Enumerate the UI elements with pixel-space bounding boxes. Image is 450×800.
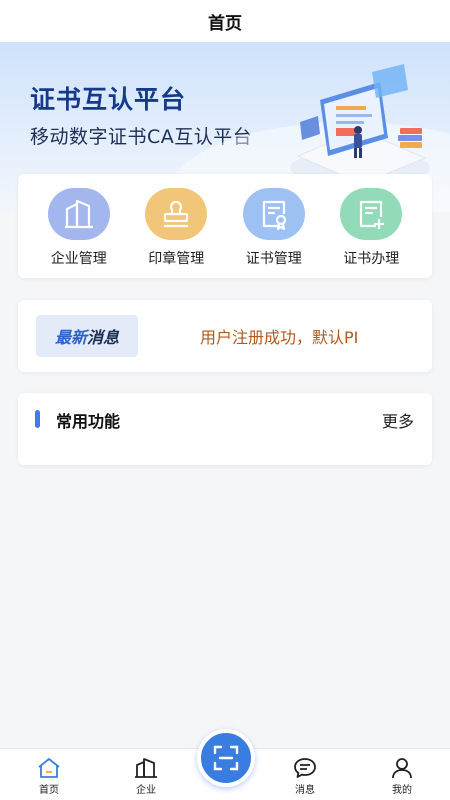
building-icon <box>47 188 110 240</box>
more-link[interactable]: 更多 <box>382 408 414 432</box>
platform-illustration <box>290 64 430 186</box>
quick-entry-panel: 企业管理 印章管理 证书管理 证书办理 <box>18 174 432 278</box>
tab-home[interactable]: 首页 <box>19 757 79 796</box>
certificate-icon <box>242 188 305 240</box>
top-bar: 首页 <box>0 0 450 42</box>
news-tag-part1: 最新 <box>54 328 87 347</box>
entry-certificate-management[interactable]: 证书管理 <box>229 188 319 278</box>
tab-profile[interactable]: 我的 <box>372 757 432 796</box>
tab-label: 我的 <box>392 785 412 796</box>
banner-title: 证书互认平台 <box>30 85 187 114</box>
scan-button[interactable] <box>197 729 255 787</box>
entry-certificate-application[interactable]: 证书办理 <box>326 188 416 278</box>
entry-label: 印章管理 <box>148 251 205 267</box>
common-functions-card: 常用功能 更多 <box>18 393 432 465</box>
news-message[interactable]: 用户注册成功，默认PI <box>200 324 358 348</box>
tab-label: 企业 <box>136 785 156 796</box>
tab-label: 首页 <box>39 785 59 796</box>
building-icon <box>135 758 157 778</box>
user-icon <box>392 758 412 779</box>
tab-label: 消息 <box>295 785 315 796</box>
entry-label: 证书办理 <box>343 251 400 267</box>
page-title: 首页 <box>208 13 242 34</box>
home-icon <box>38 758 60 778</box>
entry-label: 证书管理 <box>245 251 302 267</box>
scan-icon <box>213 745 239 771</box>
section-indicator <box>35 410 40 428</box>
latest-news-tag: 最新 消息 <box>36 315 138 357</box>
stamp-icon <box>145 188 208 240</box>
tab-enterprise[interactable]: 企业 <box>116 757 176 796</box>
message-icon <box>294 758 316 778</box>
banner-subtitle: 移动数字证书CA互认平台 <box>30 126 253 148</box>
entry-seal-management[interactable]: 印章管理 <box>131 188 221 278</box>
latest-news-card[interactable]: 最新 消息 用户注册成功，默认PI <box>18 300 432 372</box>
entry-label: 企业管理 <box>50 251 107 267</box>
tab-messages[interactable]: 消息 <box>275 757 335 796</box>
document-add-icon <box>340 188 403 240</box>
section-title: 常用功能 <box>56 412 121 431</box>
entry-enterprise-management[interactable]: 企业管理 <box>34 188 124 278</box>
news-tag-part2: 消息 <box>87 328 120 347</box>
